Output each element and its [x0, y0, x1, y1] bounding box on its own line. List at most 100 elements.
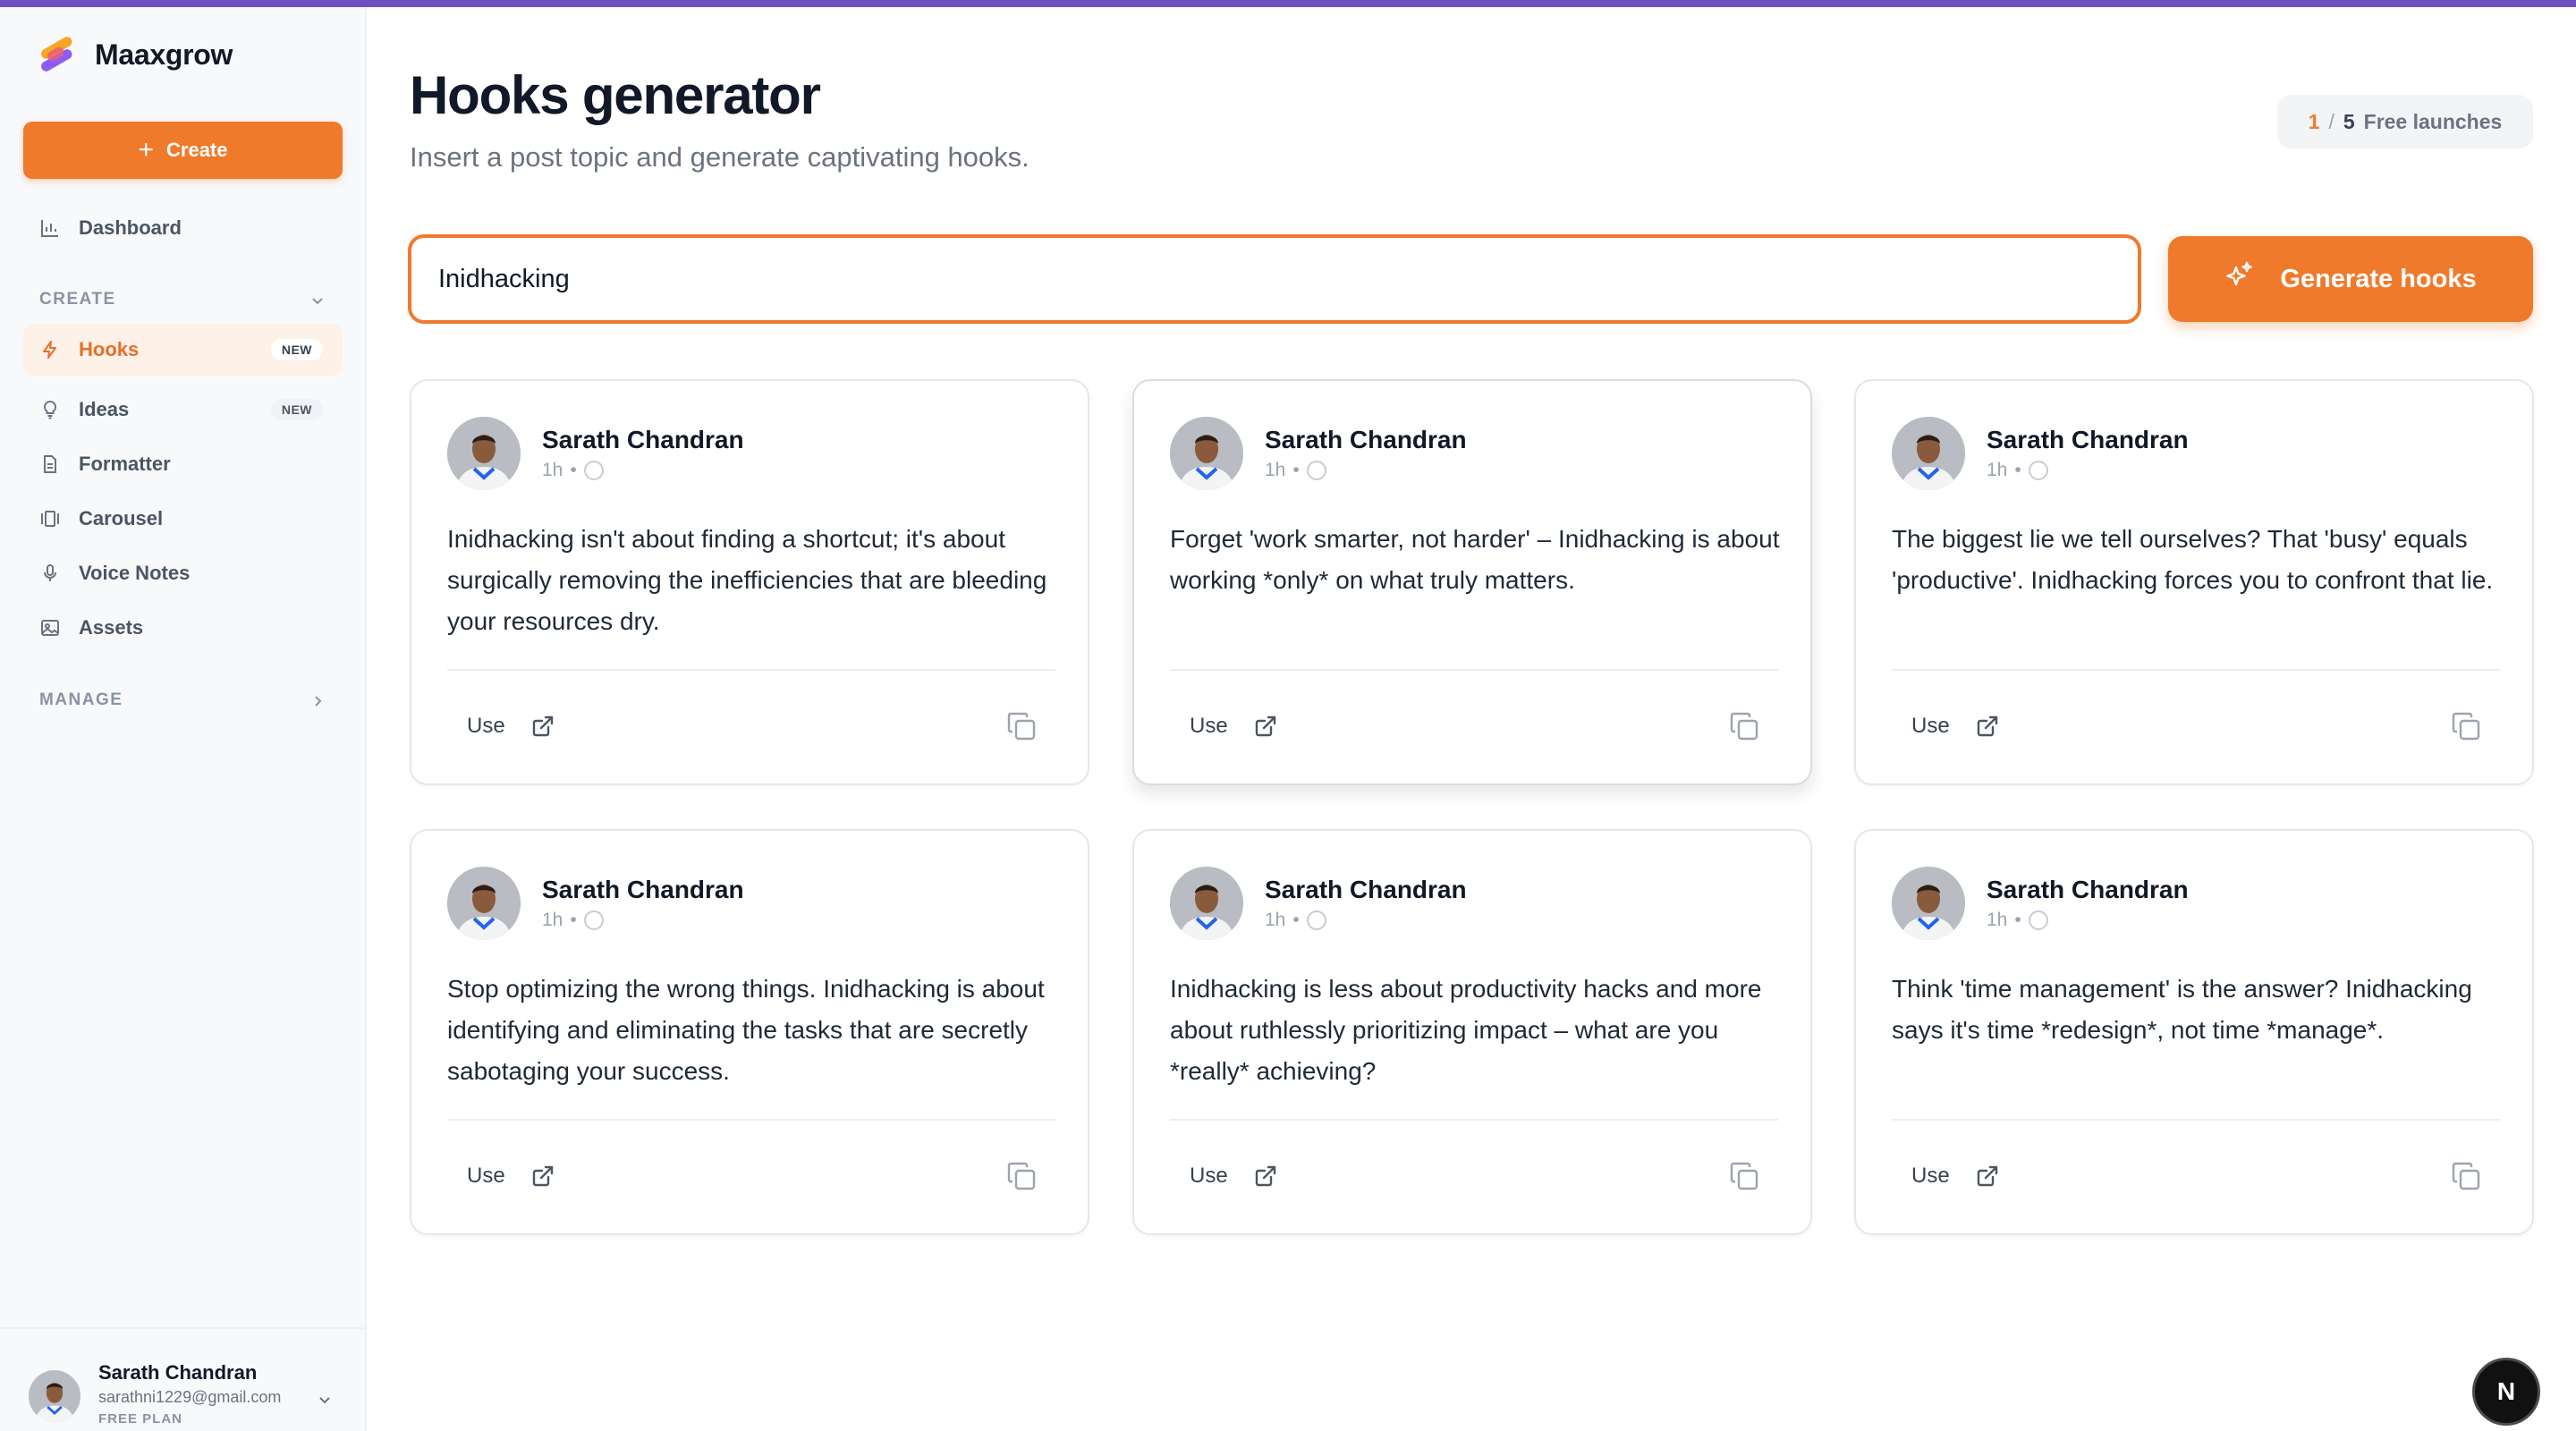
sidebar-item-label: Carousel	[79, 507, 164, 529]
image-icon	[39, 617, 61, 639]
copy-icon[interactable]	[1726, 1158, 1762, 1194]
use-label: Use	[467, 714, 505, 738]
plan-label: FREE PLAN	[98, 1411, 183, 1427]
use-label: Use	[1911, 1164, 1950, 1188]
document-icon	[39, 453, 61, 475]
use-button[interactable]: Use	[1170, 1153, 1298, 1199]
post-meta: 1h •	[1265, 460, 1326, 481]
copy-icon[interactable]	[1004, 1158, 1039, 1194]
use-label: Use	[1911, 714, 1950, 738]
launches-separator: /	[2328, 109, 2334, 133]
globe-icon	[1306, 910, 1326, 930]
create-button[interactable]: + Create	[23, 122, 343, 179]
chevron-down-icon[interactable]	[309, 292, 326, 309]
post-meta: 1h •	[1987, 910, 2048, 931]
copy-icon[interactable]	[1004, 708, 1039, 744]
launches-total: 5	[2343, 109, 2355, 133]
globe-icon	[2028, 910, 2048, 930]
hook-card: Sarath Chandran 1h • Inidhacking is less ab…	[1132, 829, 1812, 1235]
avatar	[1892, 417, 1965, 490]
use-button[interactable]: Use	[447, 1153, 575, 1199]
sidebar-item-label: Formatter	[79, 453, 171, 475]
sidebar-item-ideas[interactable]: Ideas NEW	[23, 384, 343, 436]
author-name: Sarath Chandran	[1987, 876, 2189, 903]
use-button[interactable]: Use	[1892, 1153, 2020, 1199]
post-time: 1h	[1987, 910, 2008, 930]
post-time: 1h	[1265, 460, 1286, 480]
author-name: Sarath Chandran	[1265, 426, 1467, 453]
bolt-icon	[39, 339, 61, 360]
sidebar-item-label: Ideas	[79, 398, 130, 420]
globe-icon	[583, 461, 604, 480]
author-name: Sarath Chandran	[542, 426, 744, 453]
copy-icon[interactable]	[2448, 1158, 2484, 1194]
page-title: Hooks generator	[410, 65, 821, 125]
generate-hooks-label: Generate hooks	[2280, 264, 2477, 293]
sidebar-item-dashboard[interactable]: Dashboard	[23, 202, 343, 254]
profile-name: Sarath Chandran	[98, 1361, 258, 1384]
external-link-icon	[1255, 716, 1275, 737]
launches-used: 1	[2308, 109, 2320, 133]
hook-text: Think 'time management' is the answer? I…	[1892, 975, 2472, 1044]
use-button[interactable]: Use	[1892, 703, 2020, 749]
hook-card: Sarath Chandran 1h • Stop optimizing the wr…	[410, 829, 1089, 1235]
dot-separator: •	[1292, 460, 1300, 480]
hook-text: Stop optimizing the wrong things. Inidha…	[447, 975, 1045, 1085]
external-link-icon	[1977, 1165, 1997, 1187]
post-meta: 1h •	[1265, 910, 1326, 931]
copy-icon[interactable]	[1726, 708, 1762, 744]
dot-separator: •	[570, 910, 577, 930]
hook-text: Inidhacking is less about productivity h…	[1170, 975, 1762, 1085]
section-label-manage: MANAGE	[39, 690, 123, 709]
new-badge: NEW	[270, 399, 323, 420]
user-profile[interactable]: Sarath Chandran sarathni1229@gmail.com F…	[0, 1327, 367, 1431]
sidebar-item-voice-notes[interactable]: Voice Notes	[23, 547, 343, 599]
globe-icon	[583, 910, 604, 930]
sidebar-item-formatter[interactable]: Formatter	[23, 438, 343, 490]
chevron-right-icon[interactable]	[309, 692, 326, 710]
dot-separator: •	[1292, 910, 1300, 930]
section-label-create: CREATE	[39, 290, 116, 309]
topic-input[interactable]	[408, 234, 2141, 324]
dot-separator: •	[570, 460, 577, 480]
post-meta: 1h •	[542, 910, 604, 931]
sidebar-item-carousel[interactable]: Carousel	[23, 493, 343, 545]
divider	[447, 1119, 1055, 1121]
sidebar-item-label: Hooks	[79, 338, 140, 360]
avatar	[1170, 867, 1243, 940]
use-label: Use	[1190, 714, 1228, 738]
globe-icon	[1306, 461, 1326, 480]
divider	[447, 669, 1055, 671]
bar-chart-icon	[39, 217, 61, 239]
microphone-icon	[39, 563, 61, 584]
avatar	[447, 417, 521, 490]
external-link-icon	[532, 716, 553, 737]
sidebar: Maaxgrow + Create Dashboard CREATE Hooks…	[0, 7, 367, 1431]
external-link-icon	[1255, 1165, 1275, 1187]
author-name: Sarath Chandran	[1265, 876, 1467, 903]
svg-text:N: N	[2497, 1377, 2515, 1405]
sparkles-icon	[2224, 260, 2255, 298]
sidebar-item-assets[interactable]: Assets	[23, 602, 343, 654]
sidebar-item-label: Voice Notes	[79, 562, 191, 584]
copy-icon[interactable]	[2448, 708, 2484, 744]
dot-separator: •	[2014, 910, 2021, 930]
avatar	[1892, 867, 1965, 940]
external-link-icon	[1977, 716, 1997, 737]
avatar	[1170, 417, 1243, 490]
brand[interactable]: Maaxgrow	[36, 34, 233, 75]
hook-card: Sarath Chandran 1h • Think 'time management…	[1854, 829, 2534, 1235]
floating-n-badge[interactable]: N	[2472, 1358, 2540, 1426]
maaxgrow-logo-icon	[36, 34, 77, 75]
avatar	[29, 1370, 80, 1422]
use-button[interactable]: Use	[447, 703, 575, 749]
n-logo-icon: N	[2497, 1377, 2515, 1405]
generate-hooks-button[interactable]: Generate hooks	[2168, 236, 2533, 322]
launches-label: Free launches	[2363, 109, 2503, 133]
use-button[interactable]: Use	[1170, 703, 1298, 749]
chevron-down-icon[interactable]	[315, 1390, 335, 1410]
use-label: Use	[467, 1164, 505, 1188]
sidebar-item-hooks[interactable]: Hooks NEW	[23, 324, 343, 376]
new-badge: NEW	[270, 339, 323, 360]
free-launches-counter: 1 / 5 Free launches	[2277, 95, 2533, 148]
